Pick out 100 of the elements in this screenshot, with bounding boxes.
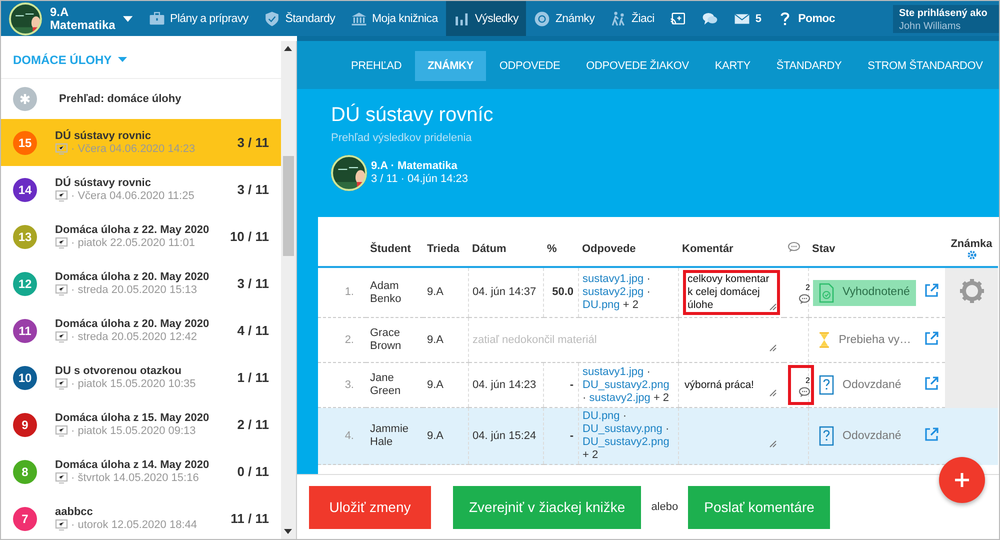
external-link-icon[interactable] <box>924 283 939 298</box>
status-note: zatiaľ nedokončil materiál <box>472 334 597 346</box>
plus-icon[interactable] <box>954 472 970 488</box>
action-button[interactable]: Zverejniť v žiackej knižke <box>453 486 642 528</box>
number-badge: 11 <box>13 318 37 342</box>
nav-item[interactable]: Známky <box>526 1 603 36</box>
resize-grip-icon <box>769 389 777 397</box>
file-link[interactable]: DU.png <box>582 410 620 422</box>
comments-button[interactable]: 2 <box>788 272 814 312</box>
status-label: Prebieha vy… <box>812 327 916 353</box>
submission-count: 1 / 11 <box>237 370 269 385</box>
number-badge: 13 <box>13 224 37 248</box>
asterisk-icon <box>13 87 37 111</box>
student-name: Grace Brown <box>366 318 423 362</box>
submission-count: 10 / 11 <box>230 229 269 244</box>
assignment-item[interactable]: 15 DÚ sústavy rovnic · Včera 04.06.2020 14:23 3 / 11 <box>1 119 281 166</box>
number-badge: 12 <box>13 272 37 296</box>
tab[interactable]: KARTY <box>702 51 764 81</box>
column-header: Dátum <box>472 242 506 254</box>
monitor-icon <box>55 190 68 202</box>
chat-icon <box>788 242 800 252</box>
file-link[interactable]: sustavy2.jpg <box>589 392 650 404</box>
file-link[interactable]: DU_sustavy2.png <box>582 378 670 390</box>
caret-icon <box>118 57 127 62</box>
class-name: 9.A <box>50 6 70 18</box>
row-number: 2. <box>318 318 366 362</box>
assignment-date: · piatok 15.05.2020 09:13 <box>71 424 196 438</box>
table-row[interactable]: 1. Adam Benko 9.A 04. jún 14:37 50.0 sustavy1.jpg · sustavy2.jpg · DU.png + 2 celkovy komentar k celej domácej úlohe 2 Vyhodnotené <box>318 267 998 318</box>
nav-item[interactable]: 5 <box>726 1 770 36</box>
question-document-icon <box>818 426 834 446</box>
nav-item[interactable]: Štandardy <box>256 1 344 36</box>
number-badge: 8 <box>13 460 37 484</box>
badge-icon <box>534 10 550 26</box>
assignment-title: aabbcc <box>55 506 94 518</box>
overview-label: Prehľad: domáce úlohy <box>59 93 182 105</box>
overview-item[interactable]: Prehľad: domáce úlohy <box>1 79 281 119</box>
external-link-icon[interactable] <box>924 426 939 442</box>
file-link[interactable]: sustavy2.jpg <box>582 286 644 298</box>
nav-item[interactable]: Žiaci <box>602 1 662 36</box>
status-label: Odovzdané <box>812 423 916 449</box>
column-header: Odpovede <box>582 242 636 254</box>
document-check-icon <box>818 282 834 302</box>
nav-item[interactable]: Pomoc <box>769 1 843 36</box>
resize-grip-icon <box>769 440 777 448</box>
column-header: Stav <box>812 242 836 254</box>
separator-text: alebo <box>651 501 678 513</box>
number-badge: 9 <box>13 412 37 436</box>
status-label: Odovzdané <box>812 372 916 398</box>
external-link-icon[interactable] <box>924 376 939 390</box>
assignment-date: · utorok 12.05.2020 18:44 <box>71 518 197 532</box>
scrollbar[interactable] <box>281 41 296 539</box>
submission-count: 11 / 11 <box>230 511 269 526</box>
monitor-icon <box>55 472 68 484</box>
assignment-subtitle: Prehľad výsledkov pridelenia <box>331 132 473 144</box>
file-link[interactable]: DU_sustavy2.png <box>582 436 670 448</box>
assignment-title: Domáca úloha z 14. May 2020 <box>55 458 210 472</box>
assignment-title: Domáca úloha z 20. May 2020 <box>55 318 210 330</box>
resize-grip-icon <box>769 344 777 352</box>
scroll-up-icon[interactable] <box>284 46 292 51</box>
file-link[interactable]: sustavy1.jpg <box>582 273 644 285</box>
nav-item[interactable]: Plány a prípravy <box>141 1 256 36</box>
file-link[interactable]: DU_sustavy.png <box>582 423 662 435</box>
class-selector[interactable]: 9.A Matematika <box>1 1 141 36</box>
nav-item[interactable]: Moja knižnica <box>343 1 446 36</box>
table-row[interactable]: 2. Grace Brown 9.A zatiaľ nedokončil materiál Prebieha vy… <box>318 318 998 362</box>
table-row[interactable]: 3. Jane Green 9.A 04. jún 14:23 - sustavy1.jpg · DU_sustavy2.png · sustavy2.jpg + 2 výborná práca! 2 Odovzdané <box>318 362 998 408</box>
submission-count: 4 / 11 <box>237 323 269 338</box>
assignment-title: Domáca úloha z 22. May 2020 <box>55 224 210 236</box>
number-badge: 7 <box>13 506 37 530</box>
tab[interactable]: STROM ŠTANDARDOV <box>854 51 996 81</box>
gear-icon[interactable] <box>958 278 984 304</box>
column-header: Známka <box>950 238 992 250</box>
scroll-thumb[interactable] <box>283 156 294 256</box>
action-button[interactable]: Poslať komentáre <box>688 486 830 528</box>
comments-button[interactable]: 2 <box>788 365 814 405</box>
assignment-date: · piatok 22.05.2020 11:01 <box>71 236 195 250</box>
action-button[interactable]: Uložiť zmeny <box>309 486 431 528</box>
tab[interactable]: ŠTANDARDY <box>763 51 855 81</box>
nav-item[interactable]: Výsledky <box>446 1 526 36</box>
separator-dot: · <box>646 366 650 378</box>
number-badge: 15 <box>13 130 37 154</box>
comment-field[interactable]: celkovy komentar k celej domácej úlohe <box>682 270 780 315</box>
assignment-date: · štvrtok 14.05.2020 15:16 <box>71 472 199 484</box>
section-dropdown[interactable]: DOMÁCE ÚLOHY <box>13 52 127 66</box>
tab[interactable]: ODPOVEDE ŽIAKOV <box>573 51 702 81</box>
file-link[interactable]: DU.png <box>582 299 620 311</box>
column-header: % <box>547 242 557 254</box>
file-link[interactable]: sustavy1.jpg <box>582 366 644 378</box>
table-cell: 04. jún 14:37 <box>468 267 543 318</box>
table-cell: 9.A <box>423 408 468 464</box>
scroll-down-icon[interactable] <box>284 529 292 534</box>
column-header: Študent <box>370 242 411 254</box>
assignment-title: Domáca úloha z 15. May 2020 <box>55 412 210 424</box>
tab[interactable]: ODPOVEDE <box>486 51 574 81</box>
settings-icon[interactable] <box>966 250 976 260</box>
chat-icon <box>799 294 810 304</box>
submission-count: 3 / 11 <box>237 135 269 150</box>
external-link-icon[interactable] <box>924 330 939 346</box>
tab[interactable]: PREHĽAD <box>338 51 415 81</box>
chat-icon <box>702 10 718 26</box>
